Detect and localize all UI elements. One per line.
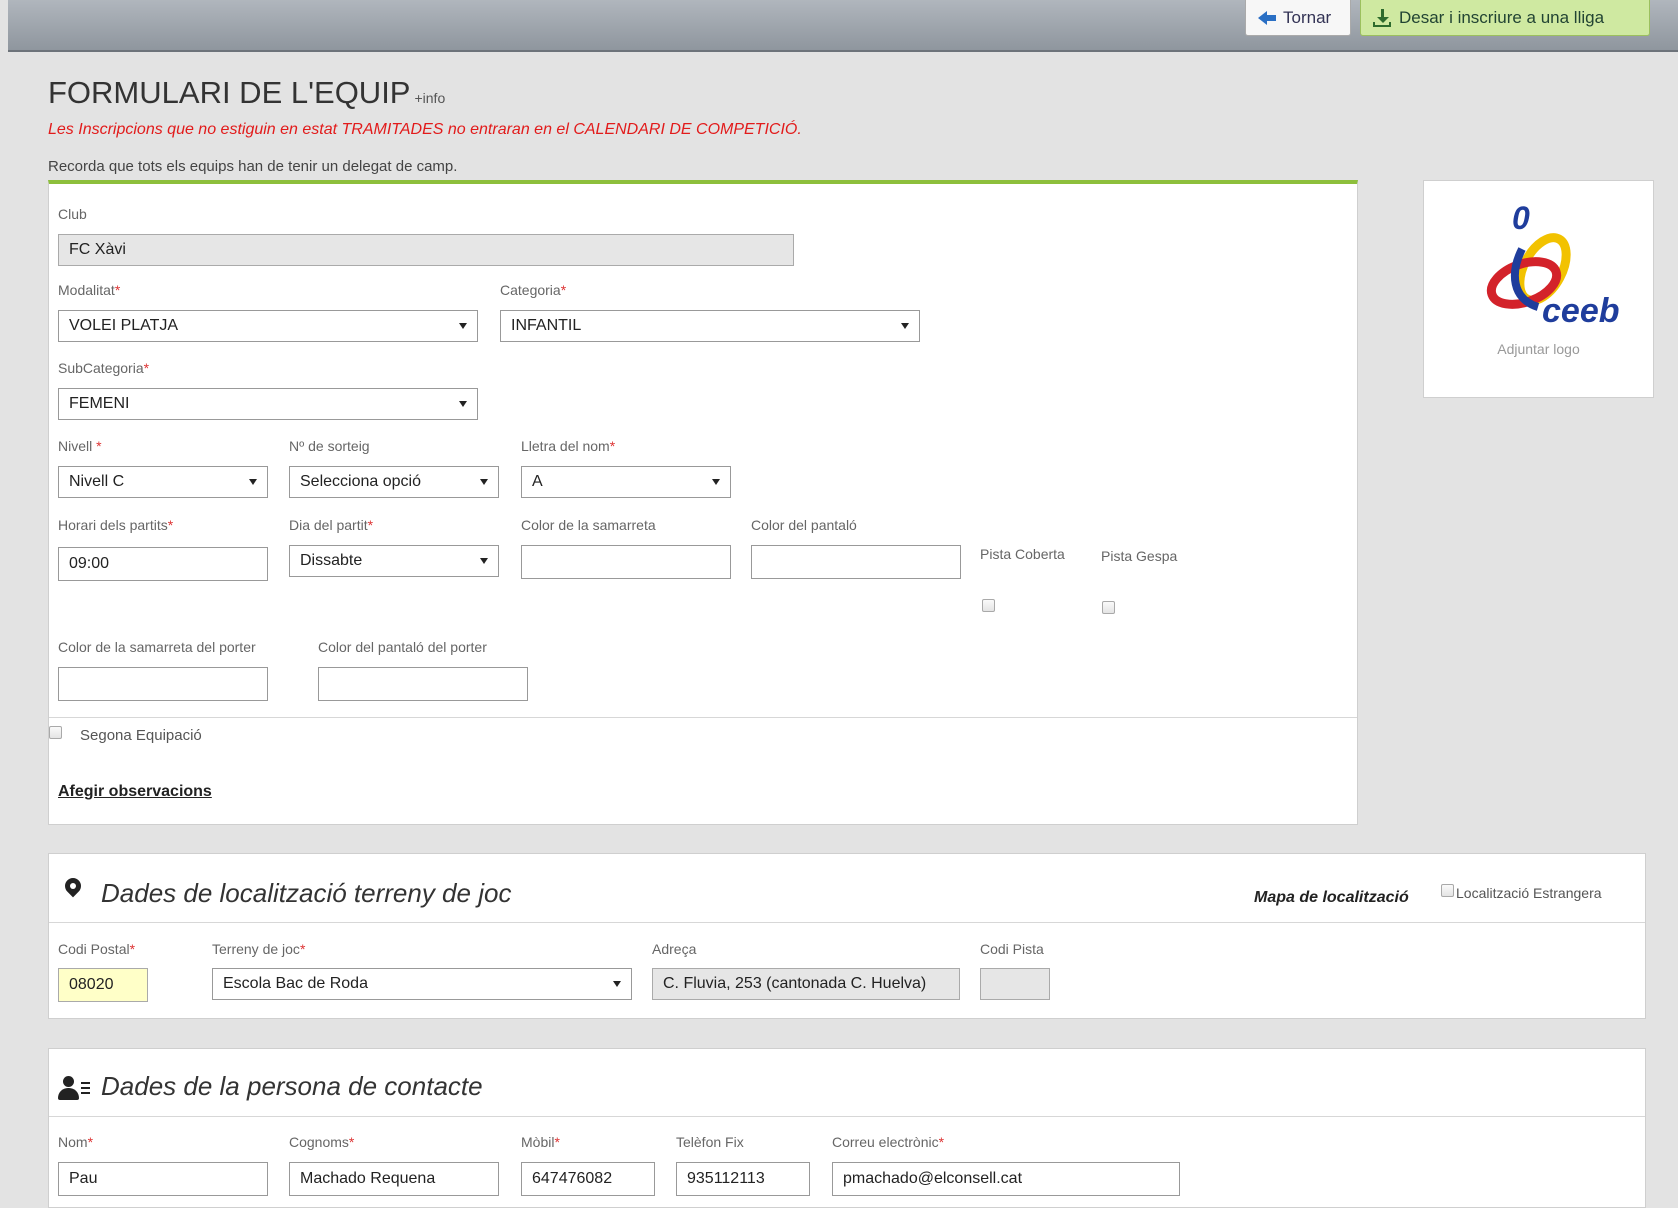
segona-equipacio-checkbox[interactable] <box>49 726 62 739</box>
section-divider <box>49 922 1645 923</box>
save-button-label: Desar i inscriure a una lliga <box>1399 7 1605 27</box>
color-pantalo-label: Color del pantaló <box>751 517 857 533</box>
modalitat-select[interactable]: VOLEI PLATJA <box>58 310 478 342</box>
chevron-down-icon <box>459 401 467 407</box>
nom-field[interactable]: Pau <box>58 1162 268 1196</box>
dia-label: Dia del partit* <box>289 517 374 533</box>
top-toolbar: Tornar Desar i inscriure a una lliga <box>8 0 1678 52</box>
chevron-down-icon <box>459 323 467 329</box>
chevron-down-icon <box>480 479 488 485</box>
page-title: FORMULARI DE L'EQUIP +info <box>48 75 446 110</box>
lletra-label: Lletra del nom* <box>521 438 616 454</box>
categoria-label: Categoria* <box>500 282 567 298</box>
telefon-label: Telèfon Fix <box>676 1134 744 1150</box>
localitzacio-estrangera-label: Localització Estrangera <box>1456 885 1602 901</box>
color-samarreta-porter-field[interactable] <box>58 667 268 701</box>
info-link[interactable]: +info <box>414 90 445 106</box>
color-samarreta-label: Color de la samarreta <box>521 517 656 533</box>
club-label: Club <box>58 206 87 222</box>
subcategoria-select[interactable]: FEMENI <box>58 388 478 420</box>
team-form-panel: Club FC Xàvi Modalitat* VOLEI PLATJA Cat… <box>48 180 1358 825</box>
arrow-left-icon <box>1258 10 1276 25</box>
pista-coberta-checkbox[interactable] <box>982 599 995 612</box>
map-label[interactable]: Mapa de localització <box>1254 889 1409 907</box>
pista-coberta-label: Pista Coberta <box>980 546 1065 562</box>
lletra-select[interactable]: A <box>521 466 731 498</box>
contact-section-title: Dades de la persona de contacte <box>101 1071 483 1101</box>
terreny-label: Terreny de joc* <box>212 941 306 957</box>
mobil-field[interactable]: 647476082 <box>521 1162 655 1196</box>
horari-label: Horari dels partits* <box>58 517 174 533</box>
terreny-select[interactable]: Escola Bac de Roda <box>212 968 632 1000</box>
chevron-down-icon <box>480 558 488 564</box>
telefon-field[interactable]: 935112113 <box>676 1162 810 1196</box>
ceeb-logo: 0 ceeb <box>1486 200 1620 330</box>
segona-equipacio-label: Segona Equipació <box>80 727 202 744</box>
pista-gespa-label: Pista Gespa <box>1101 548 1178 564</box>
back-button-label: Tornar <box>1283 7 1332 27</box>
codi-postal-field[interactable]: 08020 <box>58 968 148 1002</box>
mobil-label: Mòbil* <box>521 1134 560 1150</box>
section-divider <box>49 1116 1645 1117</box>
location-panel: Dades de localització terreny de joc Map… <box>48 853 1646 1019</box>
horari-field[interactable]: 09:00 <box>58 547 268 581</box>
dia-select[interactable]: Dissabte <box>289 545 499 577</box>
section-divider <box>49 717 1357 718</box>
chevron-down-icon <box>901 323 909 329</box>
logo-upload-panel[interactable]: 0 ceeb Adjuntar logo <box>1423 180 1654 398</box>
color-pantalo-porter-label: Color del pantaló del porter <box>318 639 487 655</box>
codi-pista-label: Codi Pista <box>980 941 1044 957</box>
warning-message: Les Inscripcions que no estiguin en esta… <box>48 121 802 138</box>
nom-label: Nom* <box>58 1134 94 1150</box>
location-section-title: Dades de localització terreny de joc <box>101 878 512 908</box>
svg-text:0: 0 <box>1512 200 1530 236</box>
localitzacio-estrangera-checkbox[interactable] <box>1441 884 1454 897</box>
sorteig-select[interactable]: Selecciona opció <box>289 466 499 498</box>
adreca-field[interactable]: C. Fluvia, 253 (cantonada C. Huelva) <box>652 968 960 1000</box>
categoria-select[interactable]: INFANTIL <box>500 310 920 342</box>
codi-postal-label: Codi Postal* <box>58 941 136 957</box>
color-pantalo-field[interactable] <box>751 545 961 579</box>
cognoms-label: Cognoms* <box>289 1134 355 1150</box>
reminder-text: Recorda que tots els equips han de tenir… <box>48 158 458 175</box>
color-samarreta-porter-label: Color de la samarreta del porter <box>58 639 256 655</box>
back-button[interactable]: Tornar <box>1245 0 1351 36</box>
chevron-down-icon <box>613 981 621 987</box>
map-marker-icon <box>61 874 85 898</box>
afegir-observacions-link[interactable]: Afegir observacions <box>58 783 212 801</box>
adreca-label: Adreça <box>652 941 697 957</box>
download-icon <box>1373 8 1391 27</box>
save-and-register-button[interactable]: Desar i inscriure a una lliga <box>1360 0 1650 36</box>
correu-field[interactable]: pmachado@elconsell.cat <box>832 1162 1180 1196</box>
nivell-select[interactable]: Nivell C <box>58 466 268 498</box>
contact-panel: Dades de la persona de contacte Nom* Pau… <box>48 1048 1646 1208</box>
subcategoria-label: SubCategoria* <box>58 360 150 376</box>
club-field[interactable]: FC Xàvi <box>58 234 794 266</box>
nivell-label: Nivell * <box>58 438 102 454</box>
codi-pista-field[interactable] <box>980 968 1050 1000</box>
chevron-down-icon <box>712 479 720 485</box>
chevron-down-icon <box>249 479 257 485</box>
color-pantalo-porter-field[interactable] <box>318 667 528 701</box>
color-samarreta-field[interactable] <box>521 545 731 579</box>
pista-gespa-checkbox[interactable] <box>1102 601 1115 614</box>
correu-label: Correu electrònic* <box>832 1134 945 1150</box>
user-card-icon <box>57 1076 91 1102</box>
modalitat-label: Modalitat* <box>58 282 121 298</box>
logo-brand-text: ceeb <box>1542 292 1620 330</box>
cognoms-field[interactable]: Machado Requena <box>289 1162 499 1196</box>
sorteig-label: Nº de sorteig <box>289 438 370 454</box>
adjuntar-logo-label: Adjuntar logo <box>1497 341 1580 357</box>
